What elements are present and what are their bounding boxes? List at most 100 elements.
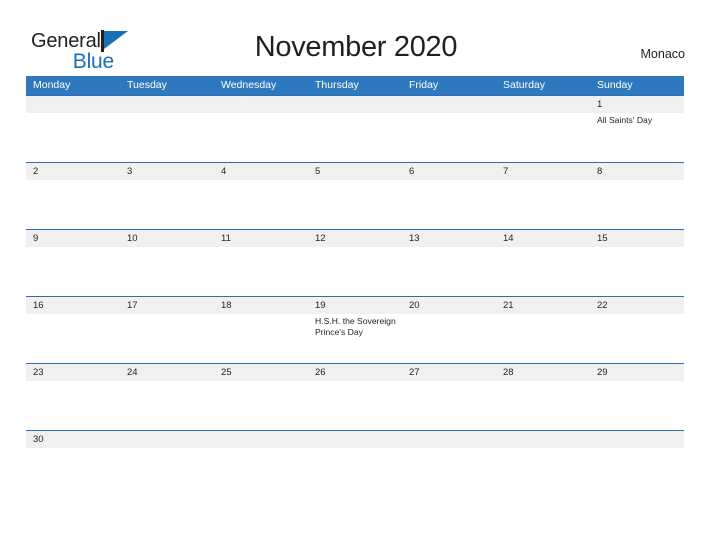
day-cell[interactable]: 20 bbox=[402, 297, 496, 363]
calendar-page: General Blue November 2020 Monaco Monday… bbox=[0, 0, 712, 550]
day-number: 27 bbox=[409, 367, 420, 378]
week-day-strip: 30 bbox=[26, 431, 684, 452]
day-cell[interactable]: 26 bbox=[308, 364, 402, 430]
day-cell[interactable]: 9 bbox=[26, 230, 120, 296]
day-cell[interactable]: 25 bbox=[214, 364, 308, 430]
day-event bbox=[597, 381, 684, 383]
day-cell[interactable] bbox=[214, 431, 308, 452]
day-event bbox=[127, 448, 214, 450]
day-number bbox=[127, 433, 214, 448]
day-event bbox=[33, 180, 120, 182]
day-event bbox=[315, 381, 402, 383]
day-cell[interactable]: 21 bbox=[496, 297, 590, 363]
day-cell[interactable] bbox=[496, 431, 590, 452]
day-cell[interactable]: 10 bbox=[120, 230, 214, 296]
day-number: 19 bbox=[315, 300, 326, 311]
day-number: 25 bbox=[221, 367, 232, 378]
day-event bbox=[409, 314, 496, 316]
day-cell[interactable] bbox=[308, 96, 402, 162]
week-row: 16 17 18 19 H.S.H. the Sovereign Prince'… bbox=[26, 296, 684, 363]
day-number bbox=[315, 98, 402, 113]
day-cell[interactable] bbox=[120, 96, 214, 162]
day-number: 23 bbox=[33, 367, 44, 378]
day-number bbox=[409, 98, 496, 113]
day-cell[interactable] bbox=[496, 96, 590, 162]
weekday-sunday: Sunday bbox=[597, 79, 633, 91]
week-day-strip: 2 3 4 5 6 7 8 bbox=[26, 163, 684, 229]
page-title: November 2020 bbox=[254, 31, 458, 63]
day-event bbox=[597, 314, 684, 316]
weekday-thursday: Thursday bbox=[315, 79, 359, 91]
day-number: 11 bbox=[221, 233, 231, 244]
day-number: 28 bbox=[503, 367, 514, 378]
day-number: 14 bbox=[503, 233, 514, 244]
day-event bbox=[597, 448, 684, 450]
day-cell[interactable]: 18 bbox=[214, 297, 308, 363]
day-number: 8 bbox=[597, 166, 603, 177]
day-cell[interactable]: 13 bbox=[402, 230, 496, 296]
day-cell[interactable]: 4 bbox=[214, 163, 308, 229]
day-cell[interactable]: 12 bbox=[308, 230, 402, 296]
day-event bbox=[221, 180, 308, 182]
day-cell[interactable]: 6 bbox=[402, 163, 496, 229]
day-cell[interactable]: 24 bbox=[120, 364, 214, 430]
day-event bbox=[127, 113, 214, 115]
day-cell[interactable]: 15 bbox=[590, 230, 684, 296]
day-number: 24 bbox=[127, 367, 138, 378]
week-day-strip: 9 10 11 12 13 14 15 bbox=[26, 230, 684, 296]
day-event: H.S.H. the Sovereign Prince's Day bbox=[315, 316, 396, 338]
day-number: 6 bbox=[409, 166, 415, 177]
day-number: 22 bbox=[597, 300, 608, 311]
day-cell[interactable]: 7 bbox=[496, 163, 590, 229]
day-cell[interactable] bbox=[402, 431, 496, 452]
day-cell[interactable]: 22 bbox=[590, 297, 684, 363]
day-number: 10 bbox=[127, 233, 138, 244]
day-number bbox=[33, 98, 120, 113]
day-cell[interactable]: 29 bbox=[590, 364, 684, 430]
day-cell[interactable]: 27 bbox=[402, 364, 496, 430]
day-number: 18 bbox=[221, 300, 232, 311]
day-cell[interactable]: 23 bbox=[26, 364, 120, 430]
day-cell[interactable]: 11 bbox=[214, 230, 308, 296]
day-cell[interactable]: 16 bbox=[26, 297, 120, 363]
day-cell[interactable]: 1 All Saints' Day bbox=[590, 96, 684, 162]
day-event bbox=[409, 448, 496, 450]
weekday-wednesday: Wednesday bbox=[221, 79, 277, 91]
day-cell[interactable]: 28 bbox=[496, 364, 590, 430]
day-event bbox=[127, 314, 214, 316]
day-cell[interactable]: 30 bbox=[26, 431, 120, 452]
day-event bbox=[33, 448, 120, 450]
day-number: 4 bbox=[221, 166, 227, 177]
day-number: 26 bbox=[315, 367, 326, 378]
week-day-strip: 23 24 25 26 27 28 29 bbox=[26, 364, 684, 430]
day-event bbox=[503, 448, 590, 450]
day-cell[interactable]: 5 bbox=[308, 163, 402, 229]
day-event bbox=[503, 314, 590, 316]
day-event bbox=[503, 381, 590, 383]
day-cell[interactable]: 14 bbox=[496, 230, 590, 296]
day-event bbox=[221, 381, 308, 383]
day-cell[interactable] bbox=[402, 96, 496, 162]
weekday-tuesday: Tuesday bbox=[127, 79, 167, 91]
day-cell[interactable] bbox=[590, 431, 684, 452]
day-cell[interactable] bbox=[26, 96, 120, 162]
day-cell[interactable] bbox=[120, 431, 214, 452]
weekday-monday: Monday bbox=[33, 79, 71, 91]
day-cell[interactable]: 8 bbox=[590, 163, 684, 229]
day-event bbox=[409, 381, 496, 383]
day-cell[interactable]: 17 bbox=[120, 297, 214, 363]
day-event bbox=[221, 247, 308, 249]
day-event bbox=[409, 180, 496, 182]
region-label: Monaco bbox=[640, 47, 685, 61]
day-event bbox=[503, 180, 590, 182]
week-day-strip: 16 17 18 19 H.S.H. the Sovereign Prince'… bbox=[26, 297, 684, 363]
day-cell[interactable]: 2 bbox=[26, 163, 120, 229]
day-event bbox=[409, 113, 496, 115]
day-cell[interactable] bbox=[214, 96, 308, 162]
day-number: 9 bbox=[33, 233, 39, 244]
day-cell[interactable] bbox=[308, 431, 402, 452]
day-event bbox=[315, 247, 402, 249]
day-cell[interactable]: 3 bbox=[120, 163, 214, 229]
week-row: 1 All Saints' Day bbox=[26, 95, 684, 162]
day-cell[interactable]: 19 H.S.H. the Sovereign Prince's Day bbox=[308, 297, 402, 363]
